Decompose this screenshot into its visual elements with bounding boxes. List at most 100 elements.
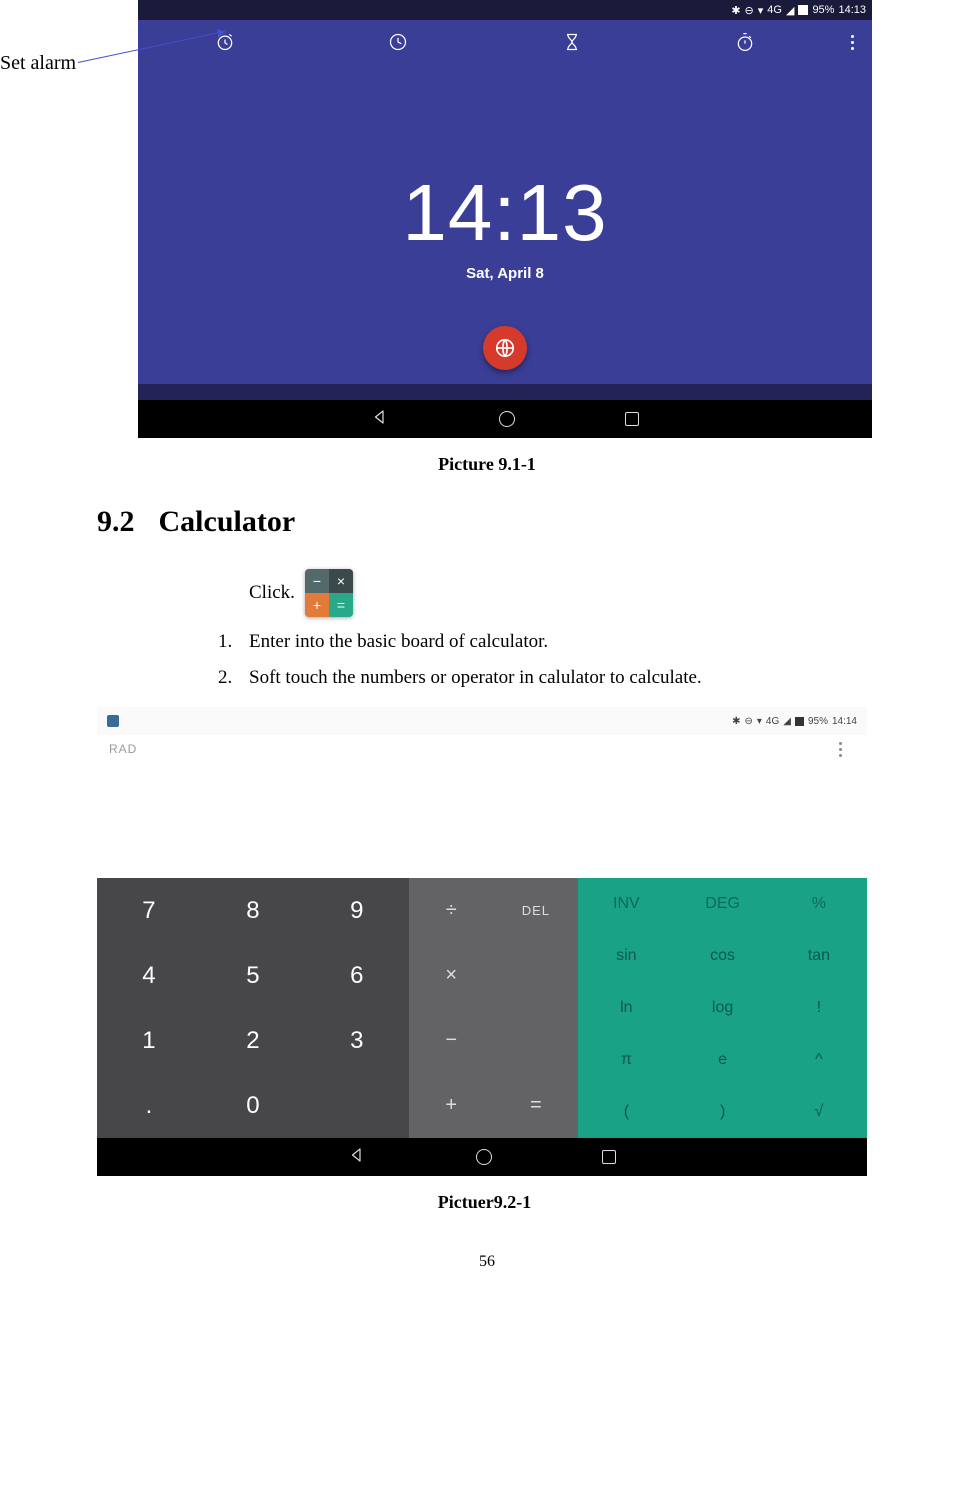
key-sin[interactable]: sin — [578, 930, 674, 982]
key-blank1 — [494, 943, 579, 1008]
calc-icon-times: × — [329, 569, 353, 593]
key-divide[interactable]: ÷ — [409, 878, 494, 943]
key-ln[interactable]: ln — [578, 982, 674, 1034]
calc-mode-row: RAD — [97, 735, 867, 763]
key-8[interactable]: 8 — [201, 878, 305, 943]
key-cos[interactable]: cos — [674, 930, 770, 982]
key-add[interactable]: + — [409, 1073, 494, 1138]
clock-band — [138, 384, 872, 400]
key-deg[interactable]: DEG — [674, 878, 770, 930]
nav-back[interactable] — [371, 408, 389, 431]
key-pi[interactable]: π — [578, 1034, 674, 1086]
key-percent[interactable]: % — [771, 878, 867, 930]
calculator-app-icon: − × + = — [305, 569, 353, 617]
bluetooth-icon: ✱ — [731, 4, 740, 17]
signal-text: 4G — [766, 716, 779, 727]
sci-pad: INV DEG % sin cos tan ln log ! π e ^ ( )… — [578, 878, 867, 1138]
calc-icon-plus: + — [305, 593, 329, 617]
calc-icon-equals: = — [329, 593, 353, 617]
nav-back[interactable] — [348, 1146, 366, 1169]
key-inv[interactable]: INV — [578, 878, 674, 930]
tab-clock[interactable] — [312, 20, 486, 64]
stopwatch-icon — [735, 32, 755, 52]
calc-icon-minus: − — [305, 569, 329, 593]
dnd-icon: ⊖ — [745, 4, 754, 17]
nav-home[interactable] — [499, 411, 515, 427]
key-tan[interactable]: tan — [771, 930, 867, 982]
step-1-text: Click. — [249, 582, 295, 604]
caption-1: Picture 9.1-1 — [0, 454, 974, 475]
overflow-menu[interactable] — [832, 20, 872, 64]
section-title: Calculator — [159, 505, 296, 538]
key-empty — [305, 1073, 409, 1138]
key-fact[interactable]: ! — [771, 982, 867, 1034]
nav-bar-2 — [97, 1138, 867, 1176]
step-3: Soft touch the numbers or operator in ca… — [237, 667, 872, 689]
key-2[interactable]: 2 — [201, 1008, 305, 1073]
key-dot[interactable]: . — [97, 1073, 201, 1138]
notification-icon — [107, 715, 119, 727]
nav-bar — [138, 400, 872, 438]
key-6[interactable]: 6 — [305, 943, 409, 1008]
nav-recent[interactable] — [625, 412, 639, 426]
key-3[interactable]: 3 — [305, 1008, 409, 1073]
clock-time: 14:13 — [402, 167, 607, 259]
status-bar: ✱ ⊖ ▾ 4G ◢ 95% 14:13 — [138, 0, 872, 20]
key-pow[interactable]: ^ — [771, 1034, 867, 1086]
tab-stopwatch[interactable] — [659, 20, 833, 64]
key-4[interactable]: 4 — [97, 943, 201, 1008]
caption-2: Pictuer9.2-1 — [97, 1192, 872, 1213]
key-9[interactable]: 9 — [305, 878, 409, 943]
calc-overflow-menu[interactable] — [825, 742, 855, 757]
key-0[interactable]: 0 — [201, 1073, 305, 1138]
key-blank2 — [494, 1008, 579, 1073]
page-number: 56 — [0, 1253, 974, 1271]
battery-text: 95% — [808, 716, 828, 727]
key-5[interactable]: 5 — [201, 943, 305, 1008]
key-multiply[interactable]: × — [409, 943, 494, 1008]
section-number: 9.2 — [97, 505, 135, 538]
wifi-icon: ▾ — [758, 4, 764, 17]
globe-icon — [494, 337, 516, 359]
clock-tabs — [138, 20, 872, 64]
calculator-screenshot: ✱ ⊖ ▾ 4G ◢ 95% 14:14 RAD 7 — [97, 707, 867, 1176]
step-1: Click. − × + = — [237, 569, 872, 617]
status-time: 14:13 — [838, 4, 866, 16]
key-log[interactable]: log — [674, 982, 770, 1034]
calc-keypad: 7 8 9 4 5 6 1 2 3 . 0 ÷ DEL × — [97, 878, 867, 1138]
step-2: Enter into the basic board of calculator… — [237, 631, 872, 653]
clock-screenshot: ✱ ⊖ ▾ 4G ◢ 95% 14:13 — [138, 0, 872, 438]
wifi-icon: ▾ — [757, 716, 762, 727]
nav-home[interactable] — [476, 1149, 492, 1165]
calc-display[interactable] — [97, 763, 867, 878]
key-1[interactable]: 1 — [97, 1008, 201, 1073]
ops-pad: ÷ DEL × − + = — [409, 878, 578, 1138]
key-rparen[interactable]: ) — [674, 1086, 770, 1138]
hourglass-icon — [562, 32, 582, 52]
battery-icon — [795, 717, 804, 726]
section-heading: 9.2 Calculator — [97, 505, 872, 539]
clock-body: 14:13 Sat, April 8 — [138, 64, 872, 384]
back-icon — [348, 1146, 366, 1164]
annotation-label: Set alarm — [0, 52, 76, 75]
nav-recent[interactable] — [602, 1150, 616, 1164]
world-clock-fab[interactable] — [483, 326, 527, 370]
key-e[interactable]: e — [674, 1034, 770, 1086]
signal-icon: ◢ — [786, 4, 794, 17]
back-icon — [371, 408, 389, 426]
key-7[interactable]: 7 — [97, 878, 201, 943]
key-lparen[interactable]: ( — [578, 1086, 674, 1138]
calc-status-bar: ✱ ⊖ ▾ 4G ◢ 95% 14:14 — [97, 707, 867, 735]
clock-date: Sat, April 8 — [466, 265, 544, 282]
key-sqrt[interactable]: √ — [771, 1086, 867, 1138]
key-equals[interactable]: = — [494, 1073, 579, 1138]
key-subtract[interactable]: − — [409, 1008, 494, 1073]
tab-timer[interactable] — [485, 20, 659, 64]
clock-icon — [388, 32, 408, 52]
key-del[interactable]: DEL — [494, 878, 579, 943]
signal-icon: ◢ — [783, 716, 791, 727]
battery-icon — [798, 5, 808, 15]
angle-mode[interactable]: RAD — [109, 742, 137, 756]
numpad: 7 8 9 4 5 6 1 2 3 . 0 — [97, 878, 409, 1138]
menu-dots-icon — [837, 35, 867, 50]
